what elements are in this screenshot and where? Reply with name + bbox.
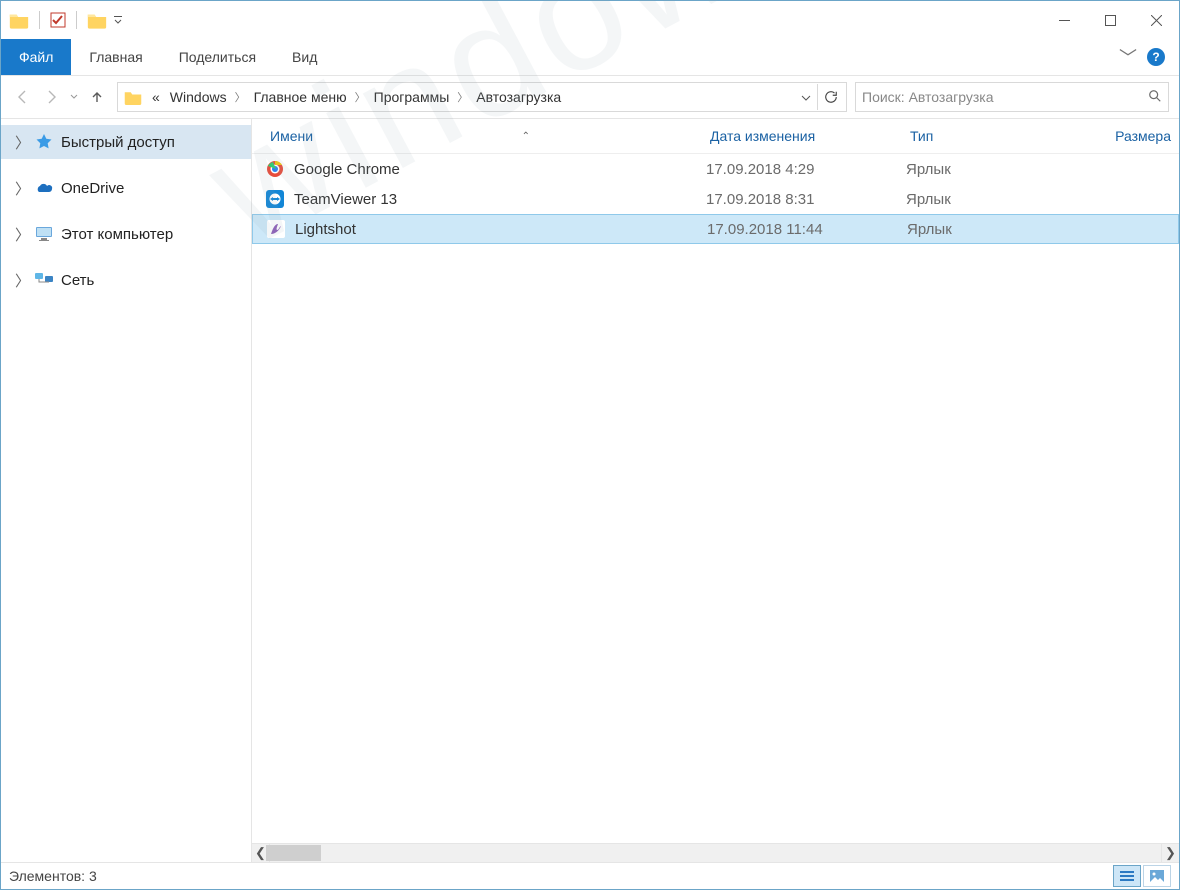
network-icon: [35, 271, 53, 289]
tab-file[interactable]: Файл: [1, 39, 71, 75]
file-type: Ярлык: [907, 221, 1077, 238]
search-placeholder: Поиск: Автозагрузка: [862, 89, 994, 105]
file-list: Имени ⌃ Дата изменения Тип Размера Googl…: [252, 119, 1179, 862]
column-header-date[interactable]: Дата изменения: [710, 128, 910, 144]
sidebar-item-quick-access[interactable]: 〉 Быстрый доступ: [1, 125, 251, 159]
file-row[interactable]: Google Chrome 17.09.2018 4:29 Ярлык: [252, 154, 1179, 184]
title-bar: [1, 1, 1179, 39]
qat-dropdown[interactable]: [113, 15, 123, 25]
sidebar-item-this-pc[interactable]: 〉 Этот компьютер: [1, 217, 251, 251]
separator: [76, 11, 77, 29]
column-header-size[interactable]: Размера: [1080, 128, 1179, 144]
file-row[interactable]: Lightshot 17.09.2018 11:44 Ярлык: [252, 214, 1179, 244]
chrome-icon: [266, 160, 284, 178]
tab-view[interactable]: Вид: [274, 39, 335, 75]
sidebar-item-onedrive[interactable]: 〉 OneDrive: [1, 171, 251, 205]
onedrive-icon: [35, 179, 53, 197]
sidebar-item-network[interactable]: 〉 Сеть: [1, 263, 251, 297]
minimize-button[interactable]: [1041, 4, 1087, 36]
breadcrumb-prefix[interactable]: «: [148, 89, 164, 105]
status-label: Элементов:: [9, 868, 85, 884]
folder-icon[interactable]: [87, 12, 107, 28]
tab-home[interactable]: Главная: [71, 39, 160, 75]
file-row[interactable]: TeamViewer 13 17.09.2018 8:31 Ярлык: [252, 184, 1179, 214]
file-name: TeamViewer 13: [294, 191, 397, 208]
folder-icon: [124, 90, 142, 104]
breadcrumb[interactable]: Программы: [370, 89, 454, 105]
tab-share[interactable]: Поделиться: [161, 39, 274, 75]
star-icon: [35, 133, 53, 151]
search-input[interactable]: Поиск: Автозагрузка: [855, 82, 1169, 112]
navigation-bar: « Windows 〉 Главное меню 〉 Программы 〉 А…: [1, 76, 1179, 119]
file-type: Ярлык: [906, 191, 1076, 208]
lightshot-icon: [267, 220, 285, 238]
teamviewer-icon: [266, 190, 284, 208]
breadcrumb[interactable]: Windows: [166, 89, 231, 105]
nav-forward-button[interactable]: [39, 85, 63, 109]
ribbon-expand-icon[interactable]: ﹀: [1119, 44, 1137, 70]
chevron-right-icon[interactable]: 〉: [15, 270, 27, 291]
sidebar-item-label: OneDrive: [61, 180, 124, 197]
column-header-name[interactable]: Имени ⌃: [252, 128, 710, 144]
address-bar[interactable]: « Windows 〉 Главное меню 〉 Программы 〉 А…: [117, 82, 847, 112]
view-thumbnails-button[interactable]: [1143, 865, 1171, 887]
scroll-right-button[interactable]: ❯: [1161, 844, 1179, 862]
file-date: 17.09.2018 8:31: [706, 191, 906, 208]
column-headers: Имени ⌃ Дата изменения Тип Размера: [252, 119, 1179, 154]
help-icon[interactable]: ?: [1147, 48, 1165, 66]
chevron-right-icon[interactable]: 〉: [353, 89, 368, 105]
status-count: 3: [89, 868, 97, 884]
breadcrumb[interactable]: Главное меню: [250, 89, 351, 105]
chevron-right-icon[interactable]: 〉: [455, 89, 470, 105]
status-bar: Элементов: 3: [1, 862, 1179, 889]
maximize-button[interactable]: [1087, 4, 1133, 36]
nav-back-button[interactable]: [11, 85, 35, 109]
sidebar-item-label: Быстрый доступ: [61, 134, 175, 151]
file-type: Ярлык: [906, 161, 1076, 178]
sort-indicator-icon: ⌃: [522, 131, 530, 142]
ribbon: Файл Главная Поделиться Вид ﹀ ?: [1, 39, 1179, 76]
address-dropdown[interactable]: [797, 90, 815, 105]
folder-icon: [9, 12, 29, 28]
scroll-thumb[interactable]: [266, 845, 321, 861]
breadcrumb[interactable]: Автозагрузка: [472, 89, 565, 105]
file-date: 17.09.2018 4:29: [706, 161, 906, 178]
close-button[interactable]: [1133, 4, 1179, 36]
sidebar-item-label: Этот компьютер: [61, 226, 173, 243]
chevron-right-icon[interactable]: 〉: [233, 89, 248, 105]
search-icon: [1148, 89, 1162, 106]
file-name: Google Chrome: [294, 161, 400, 178]
sidebar: 〉 Быстрый доступ 〉 OneDrive 〉 Этот компь…: [1, 119, 252, 862]
chevron-right-icon[interactable]: 〉: [15, 224, 27, 245]
chevron-right-icon[interactable]: 〉: [15, 132, 27, 153]
horizontal-scrollbar[interactable]: ❮ ❯: [252, 843, 1179, 862]
refresh-button[interactable]: [817, 84, 844, 110]
file-name: Lightshot: [295, 221, 356, 238]
column-header-type[interactable]: Тип: [910, 128, 1080, 144]
nav-up-button[interactable]: [85, 85, 109, 109]
computer-icon: [35, 225, 53, 243]
nav-history-dropdown[interactable]: [67, 94, 81, 100]
chevron-right-icon[interactable]: 〉: [15, 178, 27, 199]
view-details-button[interactable]: [1113, 865, 1141, 887]
file-date: 17.09.2018 11:44: [707, 221, 907, 238]
sidebar-item-label: Сеть: [61, 272, 94, 289]
properties-icon[interactable]: [50, 12, 66, 28]
separator: [39, 11, 40, 29]
